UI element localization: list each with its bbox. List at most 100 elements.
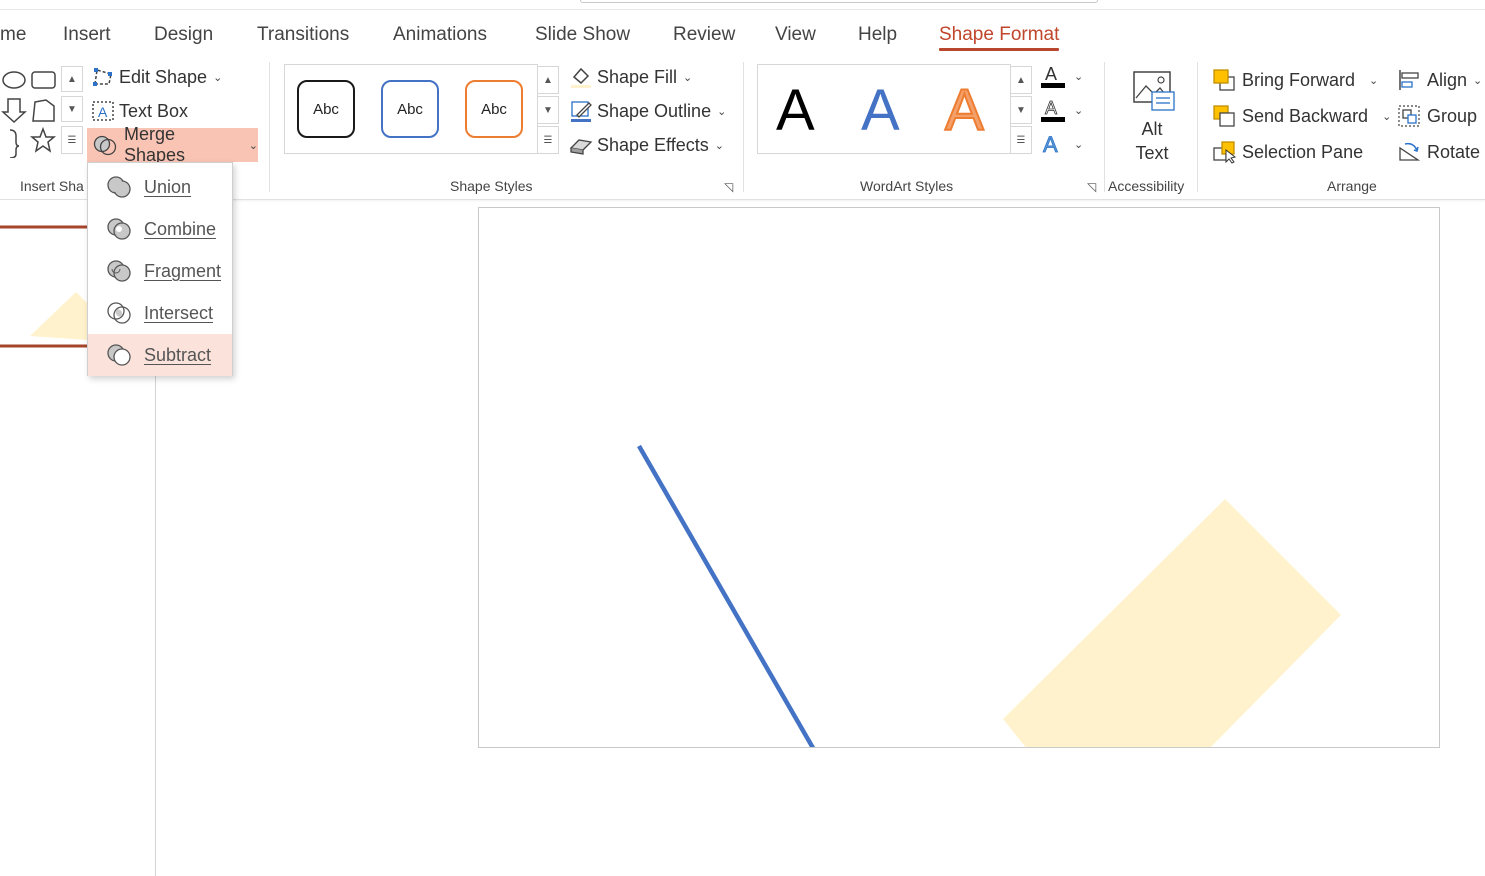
shape-effects-icon (569, 139, 593, 155)
combine-icon (107, 218, 131, 240)
align-button[interactable]: Align ⌄ (1397, 65, 1482, 95)
menu-item-combine[interactable]: Combine (88, 208, 232, 250)
paint-bucket-icon (571, 67, 591, 88)
group-icon (1398, 105, 1420, 127)
menu-item-union[interactable]: Union (88, 166, 232, 208)
pencil-icon (571, 101, 592, 122)
shape-styles-scroll-down[interactable]: ▼ (537, 96, 559, 124)
group-label: Group (1427, 105, 1478, 126)
tab-transitions[interactable]: Transitions (257, 22, 349, 50)
edit-shape-icon (93, 68, 112, 86)
text-box-button[interactable]: A Text Box (91, 96, 188, 126)
search-box[interactable] (580, 0, 1098, 3)
slide-canvas[interactable] (478, 207, 1440, 748)
edit-shape-label: Edit Shape (119, 66, 208, 87)
bring-forward-button[interactable]: Bring Forward ⌄ (1212, 65, 1378, 95)
shapes-scroll-down[interactable]: ▼ (61, 96, 83, 122)
chevron-down-icon: ⌄ (1074, 70, 1084, 83)
tab-insert[interactable]: Insert (63, 22, 111, 50)
dialog-launcher-icon[interactable]: ◹ (724, 180, 733, 194)
text-effects-button[interactable]: A ⌄ (1040, 130, 1084, 158)
arrange-group-label: Arrange (1327, 178, 1377, 194)
shape-outline-button[interactable]: Shape Outline ⌄ (569, 96, 726, 126)
selection-pane-icon (1213, 141, 1237, 164)
selection-pane-label: Selection Pane (1242, 141, 1364, 162)
merge-shapes-button[interactable]: Merge Shapes ⌄ (87, 124, 258, 165)
yellow-rectangle-shape[interactable] (1003, 499, 1341, 748)
shape-styles-more[interactable]: ☰ (537, 126, 559, 154)
menu-item-intersect[interactable]: Intersect (88, 292, 232, 334)
shapes-gallery[interactable] (0, 66, 60, 159)
bring-forward-icon (1213, 69, 1235, 91)
shape-styles-group-label: Shape Styles (450, 178, 533, 194)
shape-style-preset-blue[interactable]: Abc (381, 80, 439, 138)
wordart-styles-group-label: WordArt Styles (860, 178, 954, 194)
alt-text-button[interactable]: Alt Text (1122, 68, 1182, 164)
ribbon-separator (743, 62, 744, 192)
wordart-sample-orange[interactable]: A (944, 81, 985, 141)
edit-shape-button[interactable]: Edit Shape ⌄ (91, 62, 222, 92)
wordart-more[interactable]: ☰ (1010, 126, 1032, 154)
svg-text:A: A (1045, 98, 1057, 118)
chevron-down-icon: ⌄ (714, 139, 724, 152)
shape-effects-button[interactable]: Shape Effects ⌄ (569, 130, 724, 160)
menu-item-union-label: Union (144, 176, 192, 197)
dialog-launcher-icon[interactable]: ◹ (1087, 180, 1096, 194)
wordart-sample-black[interactable]: A (776, 82, 815, 140)
more-icon: ☰ (67, 134, 77, 146)
tab-review[interactable]: Review (673, 22, 735, 50)
text-effects-icon: A (1043, 132, 1059, 158)
subtract-icon (107, 344, 131, 366)
tab-shape-format[interactable]: Shape Format (939, 22, 1060, 51)
text-outline-button[interactable]: A ⌄ (1040, 96, 1083, 124)
chevron-down-icon: ▼ (67, 103, 77, 115)
bring-forward-label: Bring Forward (1242, 69, 1356, 90)
align-label: Align (1427, 69, 1468, 90)
shape-style-preset-orange[interactable]: Abc (465, 80, 523, 138)
menu-item-subtract[interactable]: Subtract (88, 334, 232, 376)
selection-pane-button[interactable]: Selection Pane (1212, 137, 1363, 167)
shape-styles-scroll-up[interactable]: ▲ (537, 66, 559, 94)
shape-effects-label: Shape Effects (597, 134, 709, 155)
alt-text-label-line1: Alt (1141, 119, 1163, 139)
tab-design[interactable]: Design (154, 22, 213, 50)
insert-shapes-group-label: Insert Sha (20, 178, 84, 194)
menu-item-fragment[interactable]: Fragment (88, 250, 232, 292)
ribbon-separator (269, 62, 270, 192)
text-box-icon: A (92, 101, 114, 121)
merge-shapes-icon (93, 135, 117, 156)
rotate-label: Rotate (1427, 141, 1481, 162)
chevron-up-icon: ▲ (1016, 74, 1026, 86)
wordart-scroll-up[interactable]: ▲ (1010, 66, 1032, 94)
rotate-button[interactable]: Rotate ⌄ (1397, 137, 1485, 167)
merge-shapes-menu: Union Combine Fragment Intersect Subtrac… (87, 162, 233, 376)
tab-view[interactable]: View (775, 22, 816, 50)
svg-text:A: A (98, 104, 108, 120)
text-outline-icon: A (1041, 98, 1065, 122)
ribbon-separator (1197, 62, 1198, 192)
send-backward-label: Send Backward (1242, 105, 1369, 126)
group-button[interactable]: Group ⌄ (1397, 101, 1485, 131)
tab-slide-show[interactable]: Slide Show (535, 22, 630, 50)
chevron-up-icon: ▲ (543, 74, 553, 86)
svg-text:A: A (1045, 64, 1057, 84)
union-icon (107, 176, 131, 198)
shape-style-preset-black[interactable]: Abc (297, 80, 355, 138)
tab-animations[interactable]: Animations (393, 22, 487, 50)
send-backward-button[interactable]: Send Backward ⌄ (1212, 101, 1391, 131)
blue-line-shape[interactable] (637, 444, 815, 748)
text-fill-button[interactable]: A ⌄ (1040, 62, 1083, 90)
shapes-scroll-up[interactable]: ▲ (61, 66, 83, 92)
intersect-icon (107, 302, 131, 324)
chevron-down-icon: ⌄ (1382, 110, 1392, 123)
shapes-gallery-icons (1, 71, 57, 159)
tab-home[interactable]: me (0, 22, 26, 50)
wordart-sample-blue[interactable]: A (861, 82, 900, 140)
wordart-scroll-down[interactable]: ▼ (1010, 96, 1032, 124)
accessibility-group-label: Accessibility (1108, 178, 1185, 194)
shape-fill-button[interactable]: Shape Fill ⌄ (569, 62, 692, 92)
tab-help[interactable]: Help (858, 22, 897, 50)
shape-outline-label: Shape Outline (597, 100, 712, 121)
merge-shapes-label: Merge Shapes (123, 124, 186, 165)
shapes-more[interactable]: ☰ (61, 126, 83, 154)
